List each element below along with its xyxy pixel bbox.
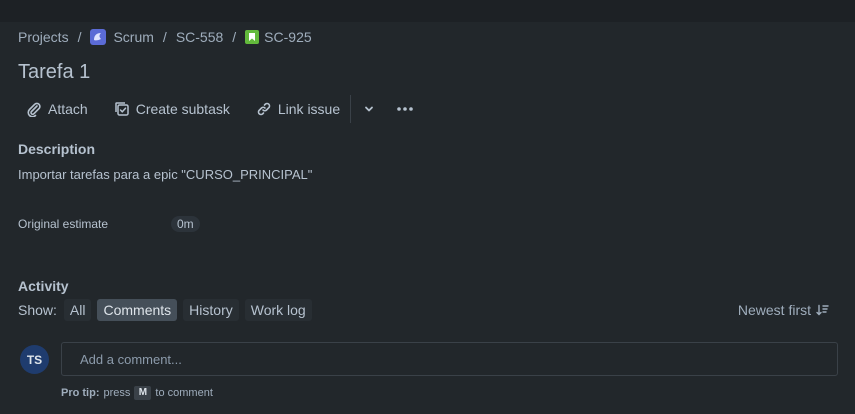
original-estimate-label: Original estimate — [18, 217, 109, 231]
pro-tip: Pro tip: press M to comment — [61, 386, 213, 400]
pro-tip-suffix: to comment — [155, 387, 213, 399]
breadcrumb-issue-label: SC-925 — [264, 29, 312, 45]
breadcrumb-project[interactable]: Scrum — [90, 29, 154, 45]
add-comment-input[interactable] — [61, 342, 838, 376]
chevron-down-icon — [365, 106, 374, 112]
breadcrumb-epic[interactable]: SC-558 — [176, 29, 223, 45]
issue-toolbar: Attach Create subtask Link issue — [18, 95, 419, 123]
toolbar-divider — [350, 95, 352, 123]
link-issue-label: Link issue — [277, 101, 341, 117]
story-icon — [245, 30, 260, 44]
pro-tip-label: Pro tip: — [61, 387, 100, 399]
filter-comments-button[interactable]: Comments — [97, 299, 178, 321]
filter-worklog-button[interactable]: Work log — [244, 299, 312, 321]
issue-title[interactable]: Tarefa 1 — [18, 61, 90, 84]
original-estimate-value[interactable]: 0m — [171, 216, 200, 232]
pro-tip-press: press — [103, 387, 131, 399]
description-text[interactable]: Importar tarefas para a epic "CURSO_PRIN… — [18, 167, 312, 182]
subtask-icon — [114, 102, 129, 116]
show-label: Show: — [18, 302, 57, 318]
more-actions-dropdown-button[interactable] — [355, 96, 383, 122]
link-icon — [257, 102, 271, 116]
breadcrumb-separator: / — [232, 29, 237, 45]
top-strip — [0, 0, 855, 22]
filter-all-button[interactable]: All — [63, 299, 92, 321]
ellipsis-icon — [397, 107, 413, 111]
breadcrumb: Projects / Scrum / SC-558 / SC-925 — [18, 28, 312, 46]
link-issue-button[interactable]: Link issue — [250, 96, 346, 122]
breadcrumb-projects[interactable]: Projects — [18, 29, 69, 45]
activity-heading: Activity — [18, 278, 69, 294]
create-subtask-label: Create subtask — [135, 101, 230, 117]
paperclip-icon — [27, 102, 41, 117]
avatar[interactable]: TS — [20, 345, 49, 374]
activity-filter-bar: Show: All Comments History Work log — [18, 299, 318, 321]
sort-icon — [816, 304, 829, 316]
attach-label: Attach — [48, 101, 88, 117]
sort-order-label: Newest first — [737, 302, 811, 318]
breadcrumb-project-label: Scrum — [113, 29, 154, 45]
create-subtask-button[interactable]: Create subtask — [108, 96, 236, 122]
breadcrumb-separator: / — [162, 29, 167, 45]
breadcrumb-issue[interactable]: SC-925 — [245, 29, 312, 45]
filter-history-button[interactable]: History — [183, 299, 239, 321]
project-icon — [90, 29, 107, 45]
sort-order-button[interactable]: Newest first — [738, 302, 829, 318]
attach-button[interactable]: Attach — [18, 96, 94, 122]
description-heading: Description — [18, 141, 96, 157]
keyboard-shortcut-key: M — [134, 386, 152, 400]
breadcrumb-separator: / — [77, 29, 82, 45]
more-options-button[interactable] — [391, 96, 419, 122]
